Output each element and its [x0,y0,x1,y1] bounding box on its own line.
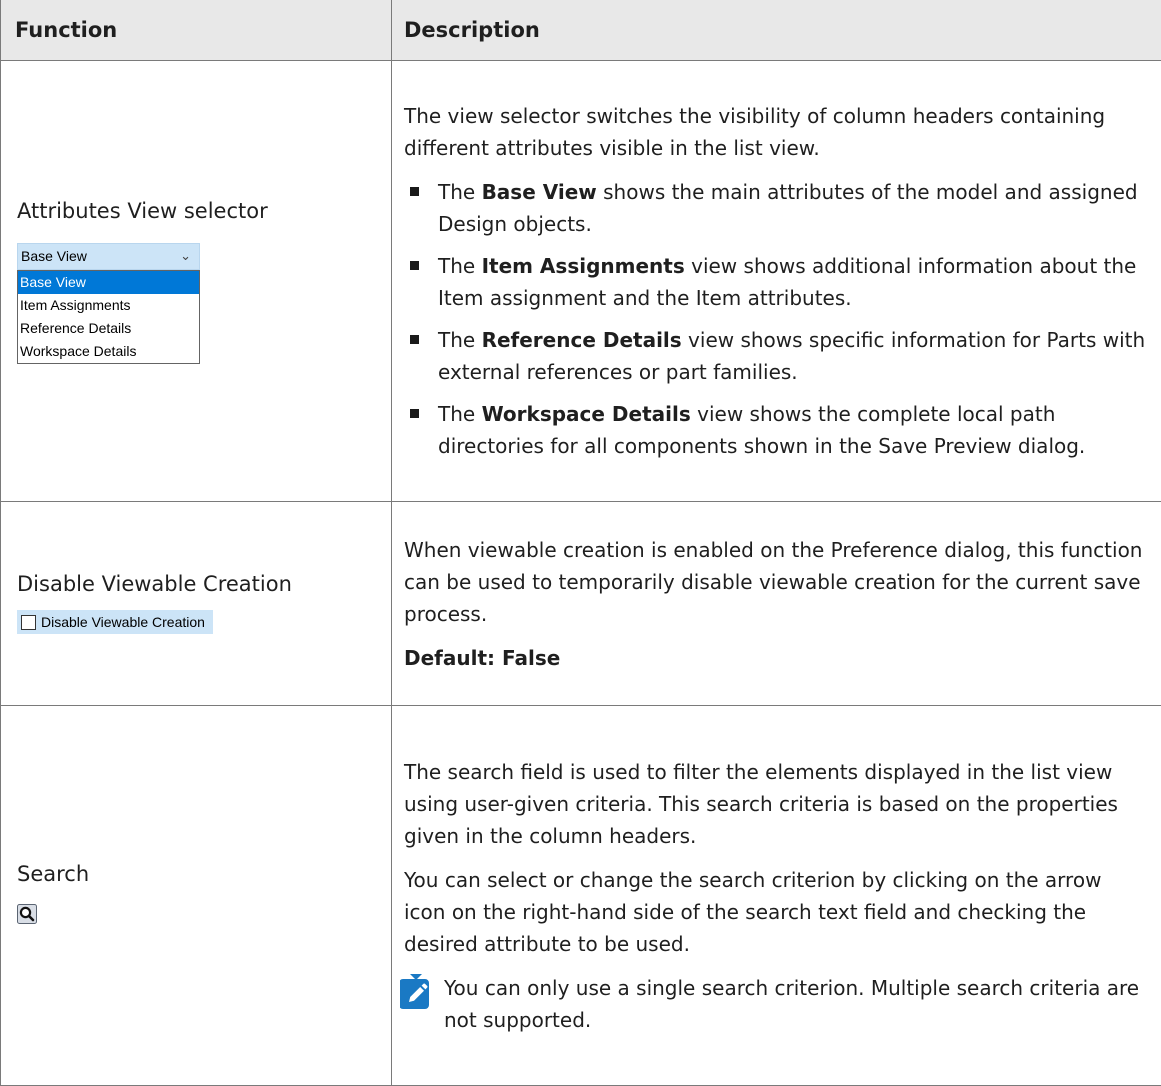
note: You can only use a single search criteri… [404,972,1147,1036]
note-text: You can only use a single search criteri… [444,972,1147,1036]
header-function: Function [1,0,392,61]
description-paragraph: You can select or change the search crit… [404,864,1147,960]
bullet-square-icon [410,409,419,418]
description-paragraph: The search field is used to filter the e… [404,756,1147,852]
dropdown-option[interactable]: Base View [18,271,199,294]
dropdown-selected-value: Base View [21,248,87,264]
table-header-row: Function Description [1,0,1161,61]
search-icon[interactable] [17,904,37,924]
header-description: Description [392,0,1161,61]
pencil-note-icon [400,974,432,1010]
bullet-square-icon [410,261,419,270]
bullet-square-icon [410,187,419,196]
description-cell: The view selector switches the visibilit… [392,61,1161,502]
checkbox-label: Disable Viewable Creation [41,614,205,630]
function-cell: Search [1,706,392,1086]
dropdown-option[interactable]: Item Assignments [18,294,199,317]
function-name: Disable Viewable Creation [17,572,383,596]
dropdown-option[interactable]: Reference Details [18,317,199,340]
default-value: Default: False [404,642,1147,674]
list-item: The Workspace Details view shows the com… [404,398,1147,462]
function-cell: Disable Viewable Creation Disable Viewab… [1,502,392,706]
function-name: Attributes View selector [17,199,383,223]
function-table: Function Description Attributes View sel… [0,0,1161,1086]
description-cell: When viewable creation is enabled on the… [392,502,1161,706]
view-bullet-list: The Base View shows the main attributes … [404,176,1147,462]
disable-viewable-checkbox[interactable]: Disable Viewable Creation [17,610,213,634]
function-cell: Attributes View selector Base View ⌄ Bas… [1,61,392,502]
dropdown-option[interactable]: Workspace Details [18,340,199,363]
view-selector-dropdown[interactable]: Base View ⌄ Base View Item Assignments R… [17,243,383,364]
description-cell: The search field is used to filter the e… [392,706,1161,1086]
chevron-down-icon: ⌄ [180,248,191,264]
bullet-square-icon [410,335,419,344]
list-item: The Base View shows the main attributes … [404,176,1147,240]
table-row: Attributes View selector Base View ⌄ Bas… [1,61,1161,502]
description-text: When viewable creation is enabled on the… [404,534,1147,630]
list-item: The Item Assignments view shows addition… [404,250,1147,314]
description-intro: The view selector switches the visibilit… [404,100,1147,164]
table-row: Search The search field is used to filte… [1,706,1161,1086]
function-name: Search [17,862,383,886]
dropdown-box[interactable]: Base View ⌄ [17,243,200,270]
list-item: The Reference Details view shows specifi… [404,324,1147,388]
dropdown-list: Base View Item Assignments Reference Det… [17,270,200,364]
checkbox-box[interactable] [21,615,36,630]
table-row: Disable Viewable Creation Disable Viewab… [1,502,1161,706]
